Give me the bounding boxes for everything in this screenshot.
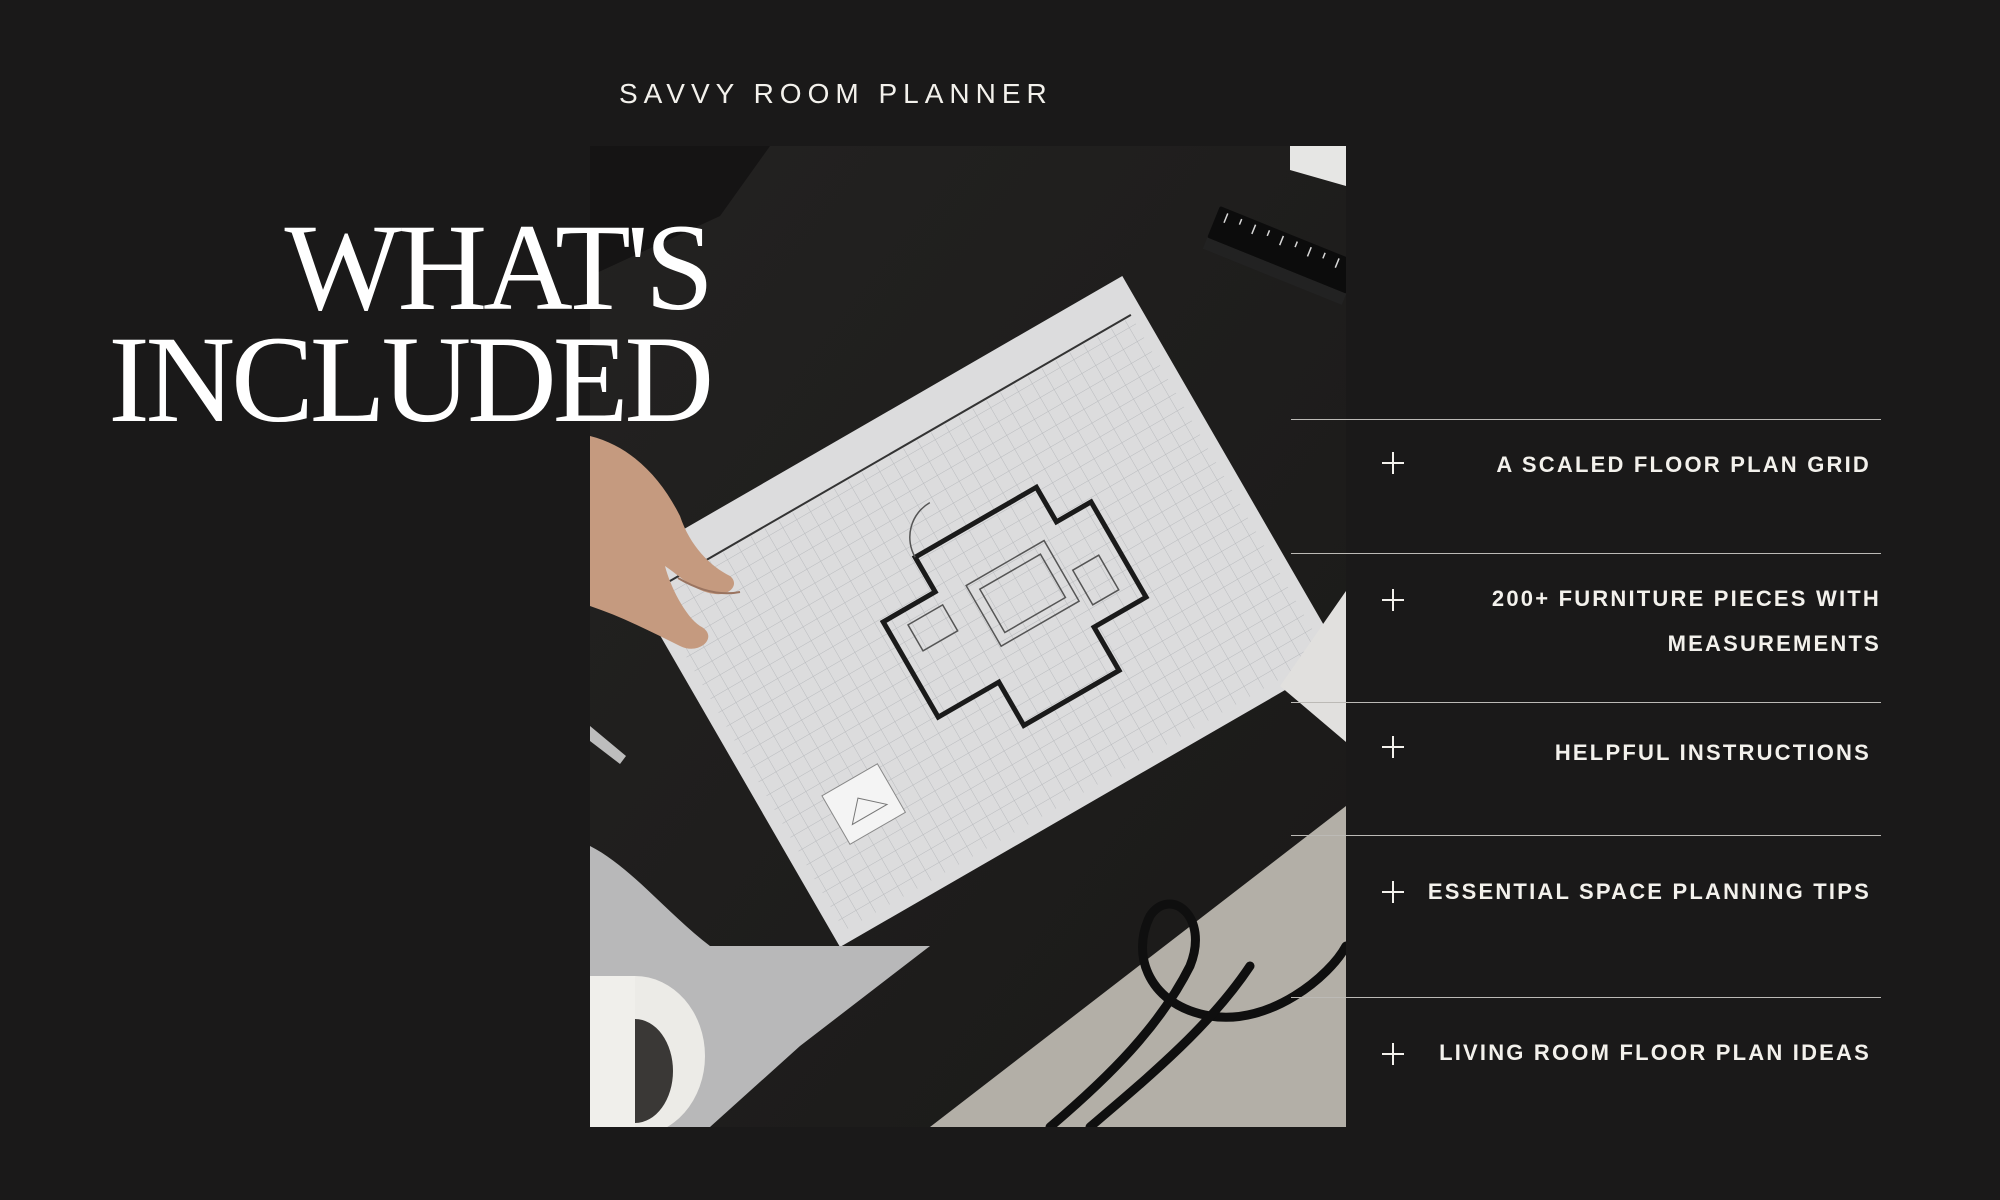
plus-icon[interactable] (1382, 589, 1404, 611)
plus-icon[interactable] (1382, 736, 1404, 758)
accordion-item-space-planning-tips[interactable]: ESSENTIAL SPACE PLANNING TIPS (1291, 835, 1881, 997)
section-headline: WHAT'S INCLUDED (40, 199, 714, 448)
accordion-item-floor-plan-grid[interactable]: A SCALED FLOOR PLAN GRID (1291, 419, 1881, 553)
accordion-item-label: LIVING ROOM FLOOR PLAN IDEAS (1439, 1040, 1871, 1065)
eyebrow-title: SAVVY ROOM PLANNER (619, 78, 1053, 109)
accordion-item-furniture-pieces[interactable]: 200+ FURNITURE PIECES WITH MEASUREMENTS (1291, 553, 1881, 702)
headline-line-2: INCLUDED (108, 311, 714, 448)
included-accordion: A SCALED FLOOR PLAN GRID 200+ FURNITURE … (1291, 419, 1881, 1117)
plus-icon[interactable] (1382, 881, 1404, 903)
accordion-item-label: A SCALED FLOOR PLAN GRID (1496, 452, 1871, 477)
page: SAVVY ROOM PLANNER WHAT'S INCLUDED A SCA… (0, 0, 2000, 1200)
accordion-item-living-room-ideas[interactable]: LIVING ROOM FLOOR PLAN IDEAS (1291, 997, 1881, 1117)
plus-icon[interactable] (1382, 452, 1404, 474)
accordion-item-label: ESSENTIAL SPACE PLANNING TIPS (1427, 879, 1871, 904)
accordion-item-label: HELPFUL INSTRUCTIONS (1554, 740, 1871, 765)
accordion-item-label: 200+ FURNITURE PIECES WITH MEASUREMENTS (1491, 586, 1881, 656)
plus-icon[interactable] (1382, 1043, 1404, 1065)
headline-line-1: WHAT'S (284, 199, 714, 336)
accordion-item-helpful-instructions[interactable]: HELPFUL INSTRUCTIONS (1291, 702, 1881, 835)
